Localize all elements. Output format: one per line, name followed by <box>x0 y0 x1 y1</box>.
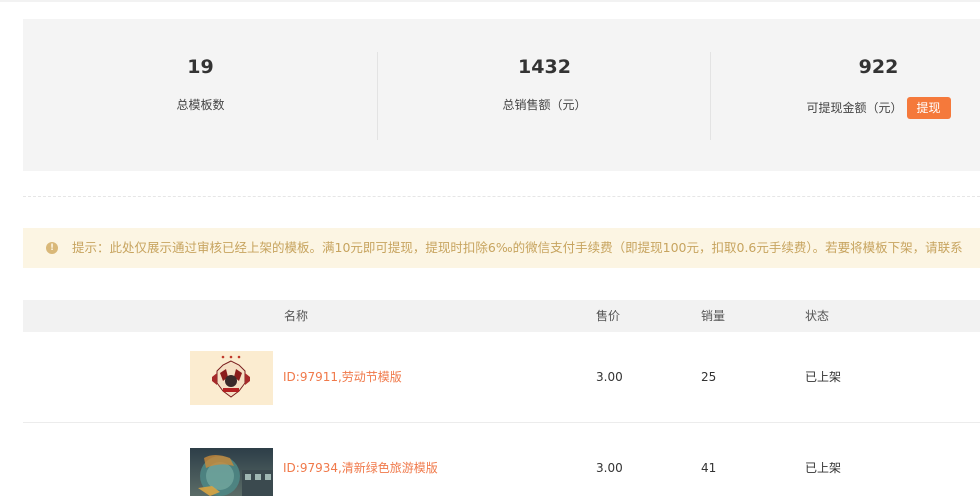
status-cell: 已上架 <box>805 461 842 475</box>
stats-panel: 19 总模板数 1432 总销售额（元） 922 可提现金额（元） 提现 <box>23 19 980 171</box>
template-thumbnail[interactable] <box>190 351 273 405</box>
notice-banner: ! 提示：此处仅展示通过审核已经上架的模板。满10元即可提现，提现时扣除6‰的微… <box>23 228 980 268</box>
top-divider <box>0 0 980 2</box>
stat-total-sales: 1432 总销售额（元） <box>378 19 711 171</box>
templates-table: 名称 售价 销量 状态 ID:97911,劳动节模版 3.00 25 已上架 I… <box>23 300 980 496</box>
stat-total-sales-value: 1432 <box>518 56 571 78</box>
header-sales: 销量 <box>701 309 726 323</box>
page: 19 总模板数 1432 总销售额（元） 922 可提现金额（元） 提现 ! 提示… <box>0 0 980 496</box>
table-row: ID:97911,劳动节模版 3.00 25 已上架 <box>23 332 980 423</box>
stat-total-templates: 19 总模板数 <box>23 19 378 171</box>
stat-total-sales-label: 总销售额（元） <box>502 98 587 112</box>
stat-total-templates-label: 总模板数 <box>176 98 225 112</box>
price-cell: 3.00 <box>596 370 623 384</box>
header-price: 售价 <box>596 309 621 323</box>
table-header: 名称 售价 销量 状态 <box>23 300 980 332</box>
dashed-separator <box>23 196 980 197</box>
header-name: 名称 <box>284 309 309 323</box>
stat-withdrawable: 922 可提现金额（元） 提现 <box>711 19 980 171</box>
stat-total-templates-value: 19 <box>187 56 214 78</box>
header-status: 状态 <box>805 309 830 323</box>
template-name-link[interactable]: ID:97934,清新绿色旅游模版 <box>283 423 438 496</box>
withdraw-button[interactable]: 提现 <box>906 97 951 119</box>
sales-cell: 25 <box>701 370 717 384</box>
sales-cell: 41 <box>701 461 717 475</box>
stat-withdrawable-label-row: 可提现金额（元） 提现 <box>711 97 980 119</box>
template-name-link[interactable]: ID:97911,劳动节模版 <box>283 332 402 422</box>
info-icon: ! <box>46 242 58 254</box>
stat-withdrawable-value: 922 <box>858 56 899 78</box>
stat-withdrawable-label: 可提现金额（元） <box>806 101 903 115</box>
price-cell: 3.00 <box>596 461 623 475</box>
table-row: ID:97934,清新绿色旅游模版 3.00 41 已上架 <box>23 423 980 496</box>
status-cell: 已上架 <box>805 370 842 384</box>
notice-text: 提示：此处仅展示通过审核已经上架的模板。满10元即可提现，提现时扣除6‰的微信支… <box>72 240 963 255</box>
template-thumbnail[interactable] <box>190 448 273 496</box>
